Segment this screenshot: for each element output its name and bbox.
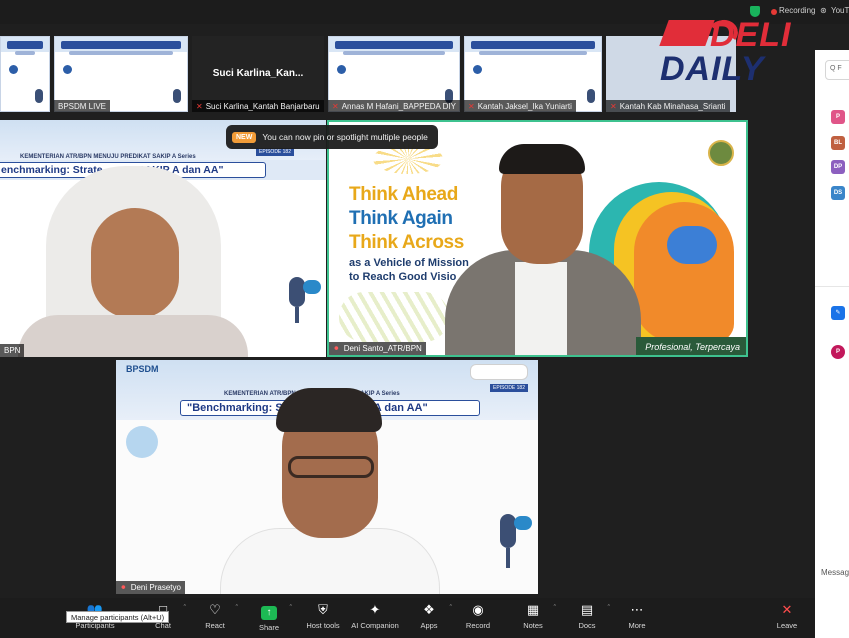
bpsdm-logo: BPSDM [126,364,159,374]
participant-name-label: BPN [0,344,25,357]
episode-badge: EPISODE 182 [490,384,528,392]
slide-series-label: KEMENTERIAN ATR/BPN MENUJU PREDIKAT SAKI… [20,154,196,160]
leaf-decoration [339,292,449,342]
apps-button[interactable]: ❖ ˆ Apps [402,602,456,636]
participant-name-label: ⚫ Deni Santo_ATR/BPN [329,342,426,355]
deli-daily-watermark-logo: DELI DAILY [652,14,842,94]
participants-panel: Q F P BL DP DS ✎ P Message [815,50,849,638]
chat-bubble-icon [514,516,532,530]
agency-logo [708,140,734,166]
mic-stand [506,548,510,568]
slogan-line-1: Think Ahead [349,184,458,205]
video-tile-bottom[interactable]: BPSDM KEMENTERIAN ATR/BPN MENUJU PREDIKA… [116,360,538,594]
more-icon: ⋯ [630,602,644,617]
chat-compose-icon[interactable]: ✎ [831,306,845,320]
participant-hair [276,388,382,432]
background-tagline: Profesional, Terpercaya [645,342,740,352]
participant-name-label: BPSDM LIVE [54,100,111,112]
mic-muted-icon: ✕ [196,101,203,111]
episode-badge: EPISODE 182 [256,148,294,156]
react-icon: ♡ [209,602,221,617]
chat-bubble-icon [303,280,321,294]
slogan-line-3: Think Across [349,232,464,253]
thumbnail-tile[interactable]: ✕ Kantah Jaksel_Ika Yuniarti [464,36,602,112]
video-tile-left[interactable]: KEMENTERIAN ATR/BPN MENUJU PREDIKAT SAKI… [0,120,326,357]
participant-shirt [515,262,567,355]
participant-avatar[interactable]: P [831,345,845,359]
chevron-up-icon[interactable]: ˆ [184,605,186,612]
react-button[interactable]: ♡ ˆ React [188,602,242,636]
podcast-mic-icon [500,514,516,548]
participant-name-label: ✕ Suci Karlina_Kantah Banjarbaru [192,100,324,112]
docs-button[interactable]: ▤ ˆ Docs [560,602,614,636]
participant-face [91,208,179,318]
docs-icon: ▤ [580,602,594,617]
more-button[interactable]: ⋯ More [610,602,664,636]
apps-icon: ❖ [423,602,435,617]
participant-hair [499,144,585,174]
slide-preview [0,36,50,112]
mic-muted-icon: ✕ [332,101,339,111]
share-button[interactable]: ↑ ˆ Share [242,602,296,636]
thumbnail-tile[interactable]: ✕ Annas M Hafani_BAPPEDA DIY [328,36,460,112]
record-icon: ◉ [472,602,484,617]
mic-muted-icon: ✕ [468,101,475,111]
toast-message: You can now pin or spotlight multiple pe… [262,132,428,142]
thumbnail-tile[interactable] [0,36,50,112]
participant-avatar[interactable]: P [831,110,845,124]
slogan-subtitle: as a Vehicle of Mission to Reach Good Vis… [349,257,469,283]
participant-glasses [288,456,374,478]
leave-button[interactable]: ✕ Leave [760,602,814,636]
slogan-line-2: Think Again [349,208,453,229]
head-silhouette-graphic [634,202,734,342]
mic-active-icon: ⚫ [120,583,127,592]
participants-tooltip: Manage participants (Alt+U) [66,611,170,623]
mic-stand [295,307,299,323]
chevron-up-icon[interactable]: ˆ [236,605,238,612]
leave-icon: ✕ [781,602,793,617]
participant-name-label: ✕ Kantah Kab Minahasa_Srianti [606,100,730,112]
participant-clothing [18,315,248,357]
participant-avatar[interactable]: DP [831,160,845,174]
chevron-up-icon[interactable]: ˆ [290,605,292,612]
participant-name-label: ⚫ Deni Prasetyo [116,581,185,594]
ai-companion-button[interactable]: ✦ AI Companion [348,602,402,636]
participant-name-label: ✕ Annas M Hafani_BAPPEDA DIY [328,100,460,112]
brain-icon [667,226,717,264]
feature-tip-toast[interactable]: NEW You can now pin or spotlight multipl… [226,125,438,149]
mic-muted-icon: ✕ [610,101,617,111]
participant-avatar[interactable]: DS [831,186,845,200]
corp-logo [470,364,528,380]
chat-bubble-icon [126,426,158,458]
mic-active-icon: ⚫ [333,344,340,353]
host-tools-button[interactable]: ⛨ Host tools [296,602,350,636]
logo-red-bar [659,20,715,46]
logo-daily-text: DAILY [660,50,765,88]
thumbnail-tile[interactable]: BPSDM LIVE [54,36,188,112]
participant-avatar[interactable]: BL [831,136,845,150]
shield-icon: ⛨ [318,602,328,617]
sparkle-icon: ✦ [369,602,381,617]
participant-name-label: ✕ Kantah Jaksel_Ika Yuniarti [464,100,576,112]
video-tile-active-speaker[interactable]: Think Ahead Think Again Think Across as … [327,120,748,357]
participant-center-name: Suci Karlina_Kan... [212,68,304,79]
chat-message-input[interactable]: Message [821,568,849,577]
podcast-mic-icon [289,277,305,307]
notes-button[interactable]: ▦ ˆ Notes [506,602,560,636]
share-icon: ↑ [261,606,277,620]
chevron-up-icon[interactable]: ˆ [554,605,556,612]
notes-icon: ▦ [526,602,540,617]
zoom-meeting-window: Recording ⊛ YouT BPSDM LIVE Suci Karlina… [0,0,849,638]
panel-divider [815,286,849,287]
thumbnail-tile[interactable]: Suci Karlina_Kan... ✕ Suci Karlina_Kantah… [192,36,324,112]
record-button[interactable]: ◉ Record [451,602,505,636]
new-badge: NEW [232,131,257,143]
